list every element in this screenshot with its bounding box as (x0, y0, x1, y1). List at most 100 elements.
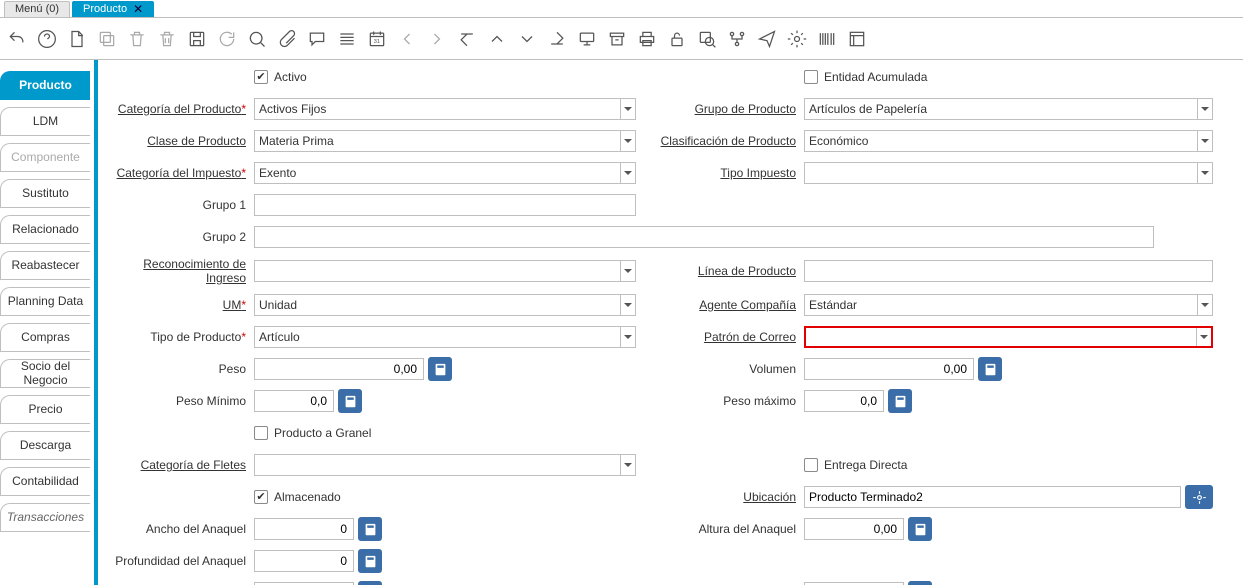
ubicacion-input[interactable] (804, 486, 1181, 508)
report-icon[interactable] (846, 28, 868, 50)
sidebar-item-precio[interactable]: Precio (0, 395, 90, 424)
sidebar-item-relacionado[interactable]: Relacionado (0, 215, 90, 244)
send-icon[interactable] (756, 28, 778, 50)
activo-checkbox[interactable] (254, 70, 268, 84)
sidebar-item-reabastecer[interactable]: Reabastecer (0, 251, 90, 280)
calendar-icon[interactable]: 31 (366, 28, 388, 50)
sidebar-item-descarga[interactable]: Descarga (0, 431, 90, 460)
trash2-icon[interactable] (156, 28, 178, 50)
first-icon[interactable] (456, 28, 478, 50)
chevron-down-icon[interactable] (1197, 99, 1212, 119)
categoria-fletes-combo[interactable] (254, 454, 636, 476)
next-icon[interactable] (426, 28, 448, 50)
tipo-impuesto-combo[interactable] (804, 162, 1213, 184)
lock-icon[interactable] (666, 28, 688, 50)
sidebar-item-transacciones[interactable]: Transacciones (0, 503, 90, 532)
chevron-down-icon[interactable] (1197, 163, 1212, 183)
chevron-down-icon[interactable] (620, 131, 635, 151)
tab-producto[interactable]: Producto✕ (72, 1, 154, 17)
last-icon[interactable] (546, 28, 568, 50)
sidebar-item-ldm[interactable]: LDM (0, 107, 90, 136)
ancho-anaquel-input[interactable] (254, 518, 354, 540)
workflow-icon[interactable] (726, 28, 748, 50)
patron-correo-combo[interactable] (804, 326, 1213, 348)
categoria-impuesto-combo[interactable]: Exento (254, 162, 636, 184)
zoom-icon[interactable] (696, 28, 718, 50)
grid-icon[interactable] (336, 28, 358, 50)
down-icon[interactable] (516, 28, 538, 50)
attach-icon[interactable] (276, 28, 298, 50)
granel-checkbox[interactable] (254, 426, 268, 440)
sidebar-item-producto[interactable]: Producto (0, 71, 90, 100)
volumen-input[interactable] (804, 358, 974, 380)
chevron-down-icon[interactable] (1197, 131, 1212, 151)
tipo-impuesto-label: Tipo Impuesto (656, 166, 804, 180)
tipo-producto-combo[interactable]: Artículo (254, 326, 636, 348)
chevron-down-icon[interactable] (620, 295, 635, 315)
barcode-icon[interactable] (816, 28, 838, 50)
categoria-producto-label: Categoría del Producto* (106, 102, 254, 116)
reconocimiento-label: Reconocimiento de Ingreso (106, 257, 254, 285)
calculator-icon[interactable] (338, 389, 362, 413)
categoria-producto-combo[interactable]: Activos Fijos (254, 98, 636, 120)
clasificacion-producto-combo[interactable]: Económico (804, 130, 1213, 152)
grupo2-label: Grupo 2 (106, 230, 254, 244)
peso-input[interactable] (254, 358, 424, 380)
calculator-icon[interactable] (358, 549, 382, 573)
grupo-producto-combo[interactable]: Artículos de Papelería (804, 98, 1213, 120)
chevron-down-icon[interactable] (1196, 328, 1211, 346)
profundidad-anaquel-input[interactable] (254, 550, 354, 572)
chevron-down-icon[interactable] (620, 163, 635, 183)
undo-icon[interactable] (6, 28, 28, 50)
reconocimiento-combo[interactable] (254, 260, 636, 282)
agente-combo[interactable]: Estándar (804, 294, 1213, 316)
copy-icon[interactable] (96, 28, 118, 50)
entrega-directa-checkbox[interactable] (804, 458, 818, 472)
sidebar-item-sustituto[interactable]: Sustituto (0, 179, 90, 208)
print-icon[interactable] (636, 28, 658, 50)
trash-icon[interactable] (126, 28, 148, 50)
sidebar-item-label: Reabastecer (11, 259, 79, 272)
help-icon[interactable] (36, 28, 58, 50)
pesomax-input[interactable] (804, 390, 884, 412)
chevron-down-icon[interactable] (620, 261, 635, 281)
save-icon[interactable] (186, 28, 208, 50)
grupo1-input[interactable] (254, 194, 636, 216)
sidebar-item-compras[interactable]: Compras (0, 323, 90, 352)
new-icon[interactable] (66, 28, 88, 50)
form-panel: Activo Entidad Acumulada Categoría del P… (98, 60, 1243, 585)
up-icon[interactable] (486, 28, 508, 50)
chevron-down-icon[interactable] (1197, 295, 1212, 315)
prev-icon[interactable] (396, 28, 418, 50)
grupo2-input[interactable] (254, 226, 1154, 248)
present-icon[interactable] (576, 28, 598, 50)
chevron-down-icon[interactable] (620, 455, 635, 475)
calculator-icon[interactable] (428, 357, 452, 381)
calculator-icon[interactable] (978, 357, 1002, 381)
tab-menu[interactable]: Menú (0) (4, 1, 70, 17)
gear-icon[interactable] (786, 28, 808, 50)
calculator-icon[interactable] (908, 581, 932, 585)
sidebar-item-contabilidad[interactable]: Contabilidad (0, 467, 90, 496)
calculator-icon[interactable] (358, 517, 382, 541)
search-icon[interactable] (246, 28, 268, 50)
refresh-icon[interactable] (216, 28, 238, 50)
altura-anaquel-input[interactable] (804, 518, 904, 540)
calculator-icon[interactable] (358, 581, 382, 585)
chat-icon[interactable] (306, 28, 328, 50)
close-icon[interactable]: ✕ (133, 2, 143, 16)
almacenado-checkbox[interactable] (254, 490, 268, 504)
calculator-icon[interactable] (888, 389, 912, 413)
locator-icon[interactable] (1185, 485, 1213, 509)
calculator-icon[interactable] (908, 517, 932, 541)
entidad-checkbox[interactable] (804, 70, 818, 84)
sidebar-item-planning[interactable]: Planning Data (0, 287, 90, 316)
um-combo[interactable]: Unidad (254, 294, 636, 316)
clase-producto-combo[interactable]: Materia Prima (254, 130, 636, 152)
sidebar-item-socio[interactable]: Socio del Negocio (0, 359, 90, 388)
linea-producto-input[interactable] (804, 260, 1213, 282)
chevron-down-icon[interactable] (620, 327, 635, 347)
pesomin-input[interactable] (254, 390, 334, 412)
chevron-down-icon[interactable] (620, 99, 635, 119)
archive-icon[interactable] (606, 28, 628, 50)
